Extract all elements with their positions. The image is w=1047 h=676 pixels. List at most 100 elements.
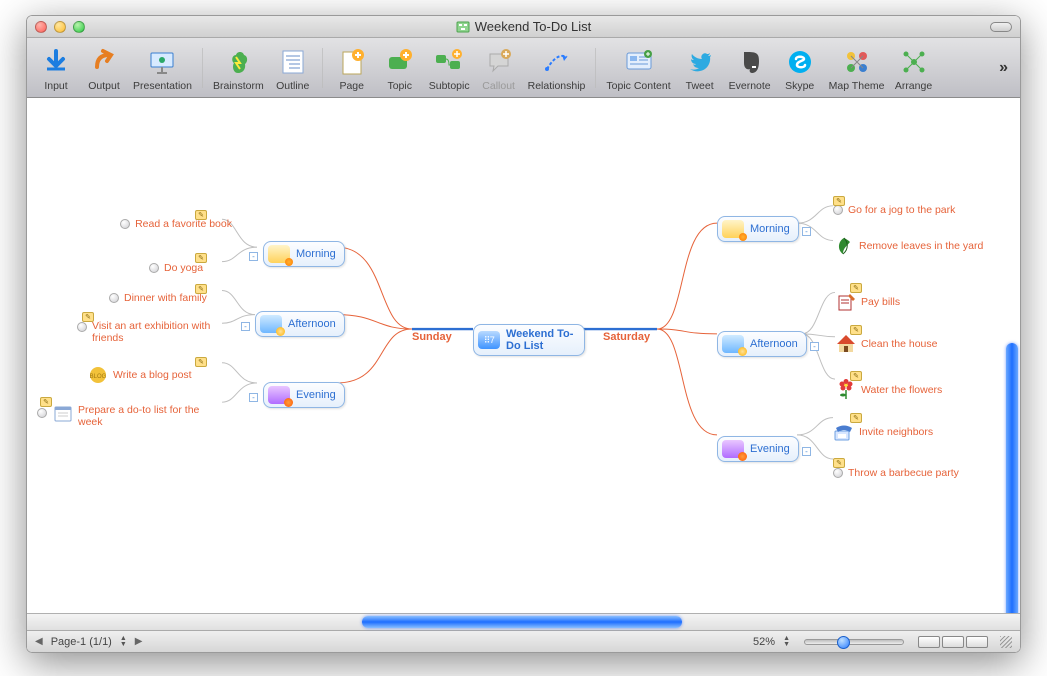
- collapse-toggle[interactable]: -: [810, 342, 819, 351]
- toolbar-arrange-button[interactable]: Arrange: [891, 44, 937, 92]
- section-sat-afternoon[interactable]: Afternoon: [717, 331, 807, 357]
- toolbar-label: Outline: [276, 80, 309, 92]
- view-mode-button[interactable]: [966, 636, 988, 648]
- view-mode-button[interactable]: [918, 636, 940, 648]
- note-badge-icon[interactable]: ✎: [195, 210, 207, 220]
- branch-sunday[interactable]: Sunday: [412, 331, 452, 343]
- status-bar: ◀ Page-1 (1/1) ▲▼ ▶ 52% ▲▼: [27, 630, 1020, 652]
- task-item[interactable]: Do yoga: [149, 262, 203, 274]
- phone-icon: [833, 422, 855, 442]
- minimize-window-button[interactable]: [54, 21, 66, 33]
- note-badge-icon[interactable]: ✎: [195, 253, 207, 263]
- toolbar-relationship-button[interactable]: Relationship: [524, 44, 590, 92]
- toolbar-map-theme-button[interactable]: Map Theme: [825, 44, 889, 92]
- horizontal-scrollbar-track[interactable]: [27, 613, 1020, 630]
- note-badge-icon[interactable]: ✎: [195, 357, 207, 367]
- toolbar-brainstorm-button[interactable]: Brainstorm: [209, 44, 268, 92]
- task-item[interactable]: Prepare a do-to list for the week: [37, 404, 218, 428]
- toolbar-evernote-button[interactable]: Evernote: [725, 44, 775, 92]
- collapse-toggle[interactable]: -: [249, 252, 258, 261]
- view-mode-button[interactable]: [942, 636, 964, 648]
- toolbar-presentation-button[interactable]: Presentation: [129, 44, 196, 92]
- resize-grip[interactable]: [1000, 636, 1012, 648]
- toolbar-output-button[interactable]: Output: [81, 44, 127, 92]
- note-badge-icon[interactable]: ✎: [195, 284, 207, 294]
- note-badge-icon[interactable]: ✎: [850, 325, 862, 335]
- root-topic[interactable]: ⠿7Weekend To-Do List: [473, 324, 585, 356]
- task-item[interactable]: Clean the house: [835, 334, 937, 354]
- titlebar: Weekend To-Do List: [27, 16, 1020, 38]
- toolbar-tweet-button[interactable]: Tweet: [677, 44, 723, 92]
- bullet-icon: [833, 468, 843, 478]
- note-badge-icon[interactable]: ✎: [850, 371, 862, 381]
- zoom-slider-knob[interactable]: [837, 636, 850, 649]
- toolbar-label: Brainstorm: [213, 80, 264, 92]
- arrange-icon: [898, 46, 930, 78]
- brainstorm-icon: [222, 46, 254, 78]
- outline-icon: [277, 46, 309, 78]
- task-item[interactable]: BLOGWrite a blog post: [87, 365, 192, 385]
- toolbar-skype-button[interactable]: Skype: [777, 44, 823, 92]
- task-item[interactable]: Pay bills: [835, 292, 900, 312]
- toolbar-outline-button[interactable]: Outline: [270, 44, 316, 92]
- note-badge-icon[interactable]: ✎: [833, 196, 845, 206]
- section-sun-afternoon[interactable]: Afternoon: [255, 311, 345, 337]
- toolbar-label: Relationship: [528, 80, 586, 92]
- presentation-icon: [146, 46, 178, 78]
- collapse-toggle[interactable]: -: [249, 393, 258, 402]
- twitter-icon: [684, 46, 716, 78]
- note-badge-icon[interactable]: ✎: [40, 397, 52, 407]
- note-badge-icon[interactable]: ✎: [850, 413, 862, 423]
- toolbar-label: Output: [88, 80, 120, 92]
- collapse-toggle[interactable]: -: [802, 227, 811, 236]
- toolbar-page-button[interactable]: Page: [329, 44, 375, 92]
- task-item[interactable]: Throw a barbecue party: [833, 467, 959, 479]
- task-item[interactable]: Invite neighbors: [833, 422, 933, 442]
- task-item[interactable]: Dinner with family: [109, 292, 207, 304]
- toolbar-subtopic-button[interactable]: Subtopic: [425, 44, 474, 92]
- task-item[interactable]: Go for a jog to the park: [833, 204, 955, 216]
- collapse-toggle[interactable]: -: [241, 322, 250, 331]
- mindmap-doc-icon: [456, 20, 470, 34]
- toolbar-topic-button[interactable]: Topic: [377, 44, 423, 92]
- toolbar-label: Arrange: [895, 80, 932, 92]
- collapse-toggle[interactable]: -: [802, 447, 811, 456]
- task-item[interactable]: Visit an art exhibition with friends: [77, 320, 222, 344]
- branch-saturday[interactable]: Saturday: [603, 331, 650, 343]
- toolbar-overflow-button[interactable]: »: [999, 59, 1014, 77]
- toolbar: Input Output Presentation Brainstorm Outline…: [27, 38, 1020, 98]
- page-icon: [336, 46, 368, 78]
- task-item[interactable]: Water the flowers: [835, 380, 942, 400]
- toolbar-topic-content-button[interactable]: Topic Content: [602, 44, 674, 92]
- section-sun-evening[interactable]: Evening: [263, 382, 345, 408]
- horizontal-scrollbar-thumb[interactable]: [362, 616, 682, 628]
- zoom-slider[interactable]: [804, 639, 904, 645]
- flower-icon: [835, 380, 857, 400]
- leaf-icon: [833, 236, 855, 256]
- svg-text:BLOG: BLOG: [90, 374, 107, 380]
- task-item[interactable]: Remove leaves in the yard: [833, 236, 983, 256]
- next-page-button[interactable]: ▶: [135, 636, 143, 647]
- mindmap-canvas[interactable]: ⠿7Weekend To-Do List Saturday Morning - …: [27, 98, 1020, 613]
- toolbar-toggle-button[interactable]: [990, 22, 1012, 32]
- toolbar-separator: [202, 48, 203, 88]
- bullet-icon: [109, 293, 119, 303]
- zoom-window-button[interactable]: [73, 21, 85, 33]
- vertical-scrollbar[interactable]: [1006, 343, 1018, 613]
- toolbar-label: Page: [339, 80, 364, 92]
- bullet-icon: [37, 408, 47, 418]
- section-sun-morning[interactable]: Morning: [263, 241, 345, 267]
- page-stepper[interactable]: ▲▼: [120, 636, 127, 648]
- topic-content-icon: [623, 46, 655, 78]
- zoom-stepper[interactable]: ▲▼: [783, 636, 790, 648]
- task-item[interactable]: Read a favorite book: [102, 218, 232, 230]
- note-badge-icon[interactable]: ✎: [82, 312, 94, 322]
- topic-icon: [384, 46, 416, 78]
- note-badge-icon[interactable]: ✎: [833, 458, 845, 468]
- section-sat-evening[interactable]: Evening: [717, 436, 799, 462]
- toolbar-input-button[interactable]: Input: [33, 44, 79, 92]
- note-badge-icon[interactable]: ✎: [850, 283, 862, 293]
- prev-page-button[interactable]: ◀: [35, 636, 43, 647]
- close-window-button[interactable]: [35, 21, 47, 33]
- section-sat-morning[interactable]: Morning: [717, 216, 799, 242]
